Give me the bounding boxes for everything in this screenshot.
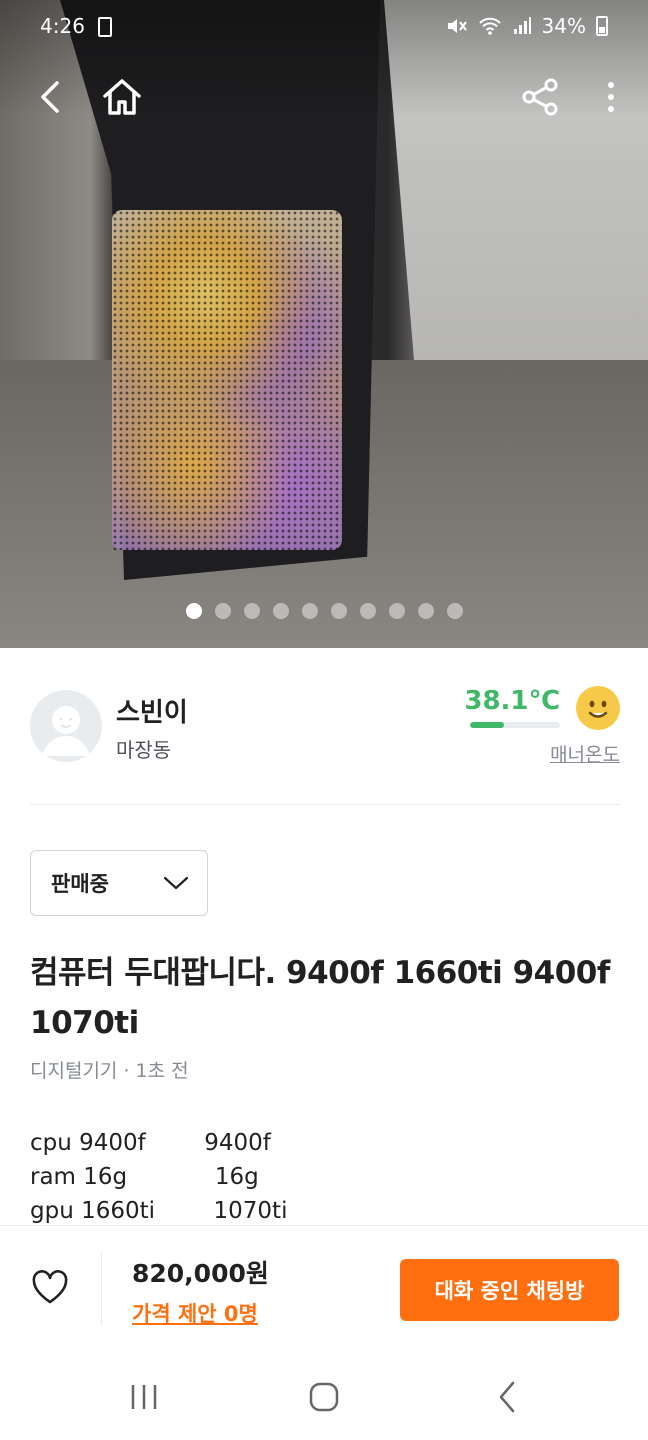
- back-nav-icon: [499, 1381, 515, 1413]
- home-icon: [103, 79, 141, 115]
- chevron-down-icon: [163, 876, 189, 890]
- manner-temperature-link[interactable]: 매너온도: [550, 740, 620, 767]
- pager-dot[interactable]: [417, 603, 434, 619]
- pager-dot[interactable]: [330, 603, 347, 619]
- divider: [30, 804, 620, 805]
- battery-icon: [596, 16, 608, 36]
- more-vertical-icon: [608, 82, 614, 112]
- pager-dot[interactable]: [272, 603, 289, 619]
- recent-apps-button[interactable]: [119, 1375, 169, 1419]
- price: 820,000원: [132, 1259, 269, 1288]
- share-button[interactable]: [515, 72, 565, 122]
- temperature-bar-fill: [470, 722, 505, 728]
- chat-room-button[interactable]: 대화 중인 채팅방: [400, 1259, 619, 1321]
- status-icons: 34%: [446, 14, 608, 38]
- pager-dot[interactable]: [243, 603, 260, 619]
- default-avatar-icon: [42, 706, 90, 756]
- pager-dot[interactable]: [185, 603, 202, 619]
- bottom-action-bar: 820,000원 가격 제안 0명 대화 중인 채팅방: [0, 1225, 648, 1353]
- post-meta[interactable]: 디지털기기 · 1초 전: [30, 1056, 189, 1083]
- sale-status-selected: 판매중: [51, 872, 109, 896]
- back-nav-button[interactable]: [482, 1375, 532, 1419]
- battery-percent: 34%: [541, 14, 586, 38]
- signal-icon: [513, 17, 531, 34]
- recent-apps-icon: [131, 1385, 157, 1409]
- share-icon: [522, 78, 558, 116]
- smile-face-icon: [576, 686, 620, 730]
- sale-status-dropdown[interactable]: 판매중: [30, 850, 208, 916]
- pager-dot[interactable]: [359, 603, 376, 619]
- back-button[interactable]: [26, 72, 76, 122]
- wifi-icon: [478, 17, 501, 35]
- status-time: 4:26: [40, 14, 85, 38]
- price-offer-link[interactable]: 가격 제안 0명: [132, 1298, 258, 1328]
- sim-card-icon: [98, 17, 112, 37]
- post-title: 컴퓨터 두대팝니다. 9400f 1660ti 9400f 1070ti: [30, 955, 610, 1041]
- more-options-button[interactable]: [586, 72, 636, 122]
- vertical-divider: [101, 1252, 102, 1326]
- pager-dot[interactable]: [214, 603, 231, 619]
- home-nav-button[interactable]: [299, 1375, 349, 1419]
- post-description: cpu 9400f 9400f ram 16g 16g gpu 1660ti 1…: [30, 1130, 288, 1224]
- home-button[interactable]: [97, 72, 147, 122]
- seller-name[interactable]: 스빈이: [116, 692, 188, 729]
- manner-temperature: 38.1℃: [464, 686, 560, 716]
- avatar[interactable]: [30, 690, 102, 762]
- pager-dot[interactable]: [301, 603, 318, 619]
- heart-icon: [32, 1270, 68, 1304]
- back-arrow-icon: [41, 81, 59, 113]
- pager-dot[interactable]: [388, 603, 405, 619]
- temperature-bar: [470, 722, 560, 728]
- system-navigation-bar: [0, 1353, 648, 1440]
- pager-dot[interactable]: [446, 603, 463, 619]
- seller-profile[interactable]: 스빈이 마장동 38.1℃ 매너온도: [30, 686, 620, 780]
- mute-icon: [447, 19, 467, 33]
- like-button[interactable]: [30, 1268, 70, 1310]
- status-bar: 4:26 34%: [0, 0, 648, 56]
- home-nav-icon: [309, 1382, 339, 1412]
- image-pager-dots: [0, 603, 648, 619]
- seller-location: 마장동: [116, 738, 172, 762]
